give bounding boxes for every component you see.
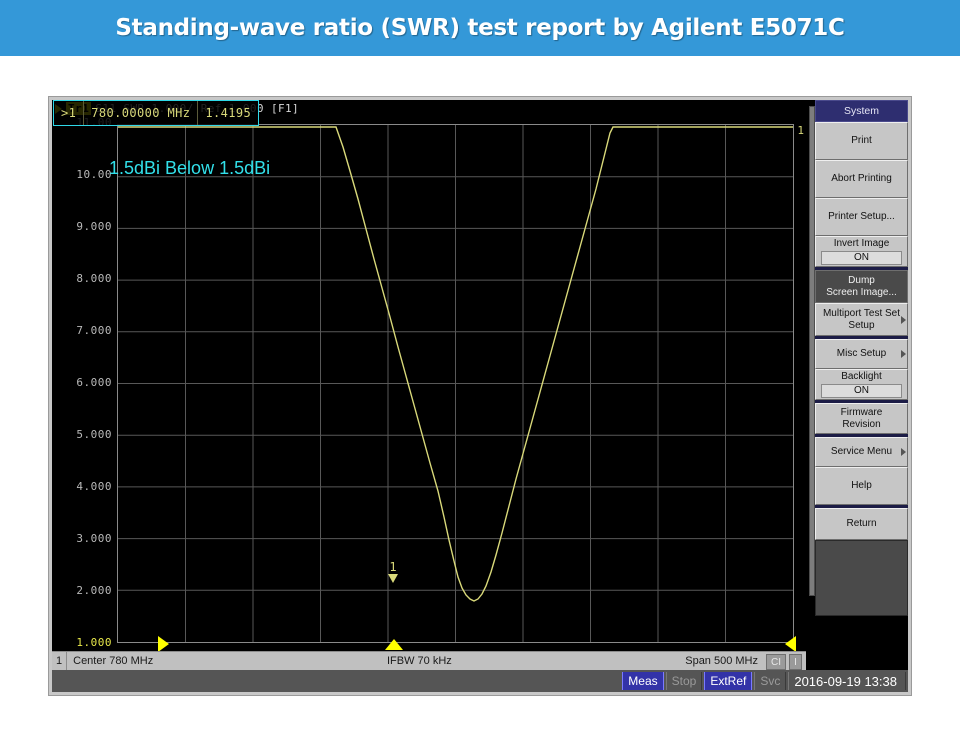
softkey-empty-area (815, 540, 908, 616)
status-stop[interactable]: Stop (665, 672, 703, 690)
trace-end-label: 1 (797, 124, 804, 137)
y-tick-label: 10.00 (76, 168, 112, 181)
plot-area[interactable] (117, 124, 794, 643)
y-tick-label: 6.000 (76, 376, 112, 389)
softkey-label: Misc Setup (836, 348, 887, 359)
softkey-label: Abort Printing (831, 173, 892, 184)
marker-value: 1.4195 (197, 101, 258, 125)
channel-number: 1 (52, 652, 68, 670)
marker-index: >1 (61, 106, 77, 120)
softkey-service-menu[interactable]: Service Menu (815, 437, 908, 467)
softkey-print[interactable]: Print (815, 122, 908, 160)
y-tick-label: 9.000 (76, 220, 112, 233)
vna-window: Tr1 S11 SWR 1.000/ Ref 1.000 [F1] 11.00 … (48, 96, 912, 696)
status-extref[interactable]: ExtRef (704, 672, 753, 690)
softkey-multiport-test-set-setup[interactable]: Multiport Test Set Setup (815, 303, 908, 336)
status-indicator-box[interactable]: I (789, 654, 802, 670)
softkey-label: Multiport Test Set Setup (822, 307, 901, 331)
softkey-label: Return (846, 518, 877, 529)
trace-marker-1[interactable]: 1 (382, 560, 404, 583)
center-frequency-setting[interactable]: Center 780 MHz (67, 655, 153, 667)
softkey-state-backlight[interactable]: ON (821, 384, 902, 398)
softkey-backlight[interactable]: Backlight ON (815, 369, 908, 400)
softkey-abort-printing[interactable]: Abort Printing (815, 160, 908, 198)
correction-indicator-box[interactable]: CI (766, 654, 786, 670)
softkey-label: Dump Screen Image... (826, 274, 897, 298)
span-setting[interactable]: Span 500 MHz (685, 655, 758, 667)
y-tick-label: 7.000 (76, 324, 112, 337)
start-freq-marker-icon (158, 636, 169, 652)
chevron-right-icon (901, 315, 906, 324)
status-svc[interactable]: Svc (754, 672, 787, 690)
softkey-firmware-revision[interactable]: Firmware Revision (815, 403, 908, 434)
y-tick-label: 2.000 (76, 584, 112, 597)
softkey-list: System Print Abort Printing Printer Setu… (815, 100, 908, 616)
softkey-state-invert-image[interactable]: ON (821, 251, 902, 265)
status-bar: Meas Stop ExtRef Svc 2016-09-19 13:38 (52, 670, 908, 692)
y-tick-label: 3.000 (76, 532, 112, 545)
softkey-dump-screen-image[interactable]: Dump Screen Image... (815, 270, 908, 303)
softkey-panel: System Print Abort Printing Printer Setu… (809, 100, 908, 670)
softkey-label: Invert Image (833, 238, 890, 249)
ifbw-setting[interactable]: IFBW 70 kHz (387, 655, 452, 667)
annotation-text: 1.5dBi Below 1.5dBi (109, 158, 271, 178)
softkey-return[interactable]: Return (815, 508, 908, 540)
status-meas[interactable]: Meas (622, 672, 664, 690)
y-tick-label: 1.000 (76, 636, 112, 649)
softkey-menu-title[interactable]: System (815, 100, 908, 122)
softkey-label: Backlight (841, 371, 882, 382)
y-tick-label: 5.000 (76, 428, 112, 441)
center-freq-marker-icon (385, 639, 403, 650)
softkey-label: Firmware Revision (840, 406, 883, 430)
chevron-right-icon (901, 350, 906, 358)
page-title: Standing-wave ratio (SWR) test report by… (115, 15, 845, 41)
softkey-label: Service Menu (830, 446, 893, 457)
stop-freq-marker-icon (785, 636, 796, 652)
softkey-label: Help (851, 480, 872, 491)
marker-frequency: 780.00000 MHz (83, 101, 197, 125)
softkey-label: Printer Setup... (828, 211, 895, 222)
marker-readout-table[interactable]: >1 780.00000 MHz 1.4195 (53, 100, 260, 126)
trace-marker-label: 1 (389, 560, 397, 574)
trace-plot-svg (118, 125, 793, 642)
softkey-help[interactable]: Help (815, 467, 908, 505)
y-tick-label: 4.000 (76, 480, 112, 493)
softkey-invert-image[interactable]: Invert Image ON (815, 236, 908, 267)
graph-pane: Tr1 S11 SWR 1.000/ Ref 1.000 [F1] 11.00 … (52, 100, 806, 670)
chevron-right-icon (901, 448, 906, 456)
softkey-misc-setup[interactable]: Misc Setup (815, 339, 908, 369)
y-tick-label: 8.000 (76, 272, 112, 285)
status-timestamp: 2016-09-19 13:38 (788, 672, 906, 690)
softkey-printer-setup[interactable]: Printer Setup... (815, 198, 908, 236)
softkey-label: Print (851, 135, 872, 146)
settings-bar[interactable]: 1 Center 780 MHz IFBW 70 kHz Span 500 MH… (52, 651, 806, 670)
page-banner: Standing-wave ratio (SWR) test report by… (0, 0, 960, 56)
y-axis-labels: 11.00 10.00 9.000 8.000 7.000 6.000 5.00… (52, 116, 115, 652)
marker-arrow-icon (388, 574, 398, 583)
vna-screen: Tr1 S11 SWR 1.000/ Ref 1.000 [F1] 11.00 … (52, 100, 908, 692)
